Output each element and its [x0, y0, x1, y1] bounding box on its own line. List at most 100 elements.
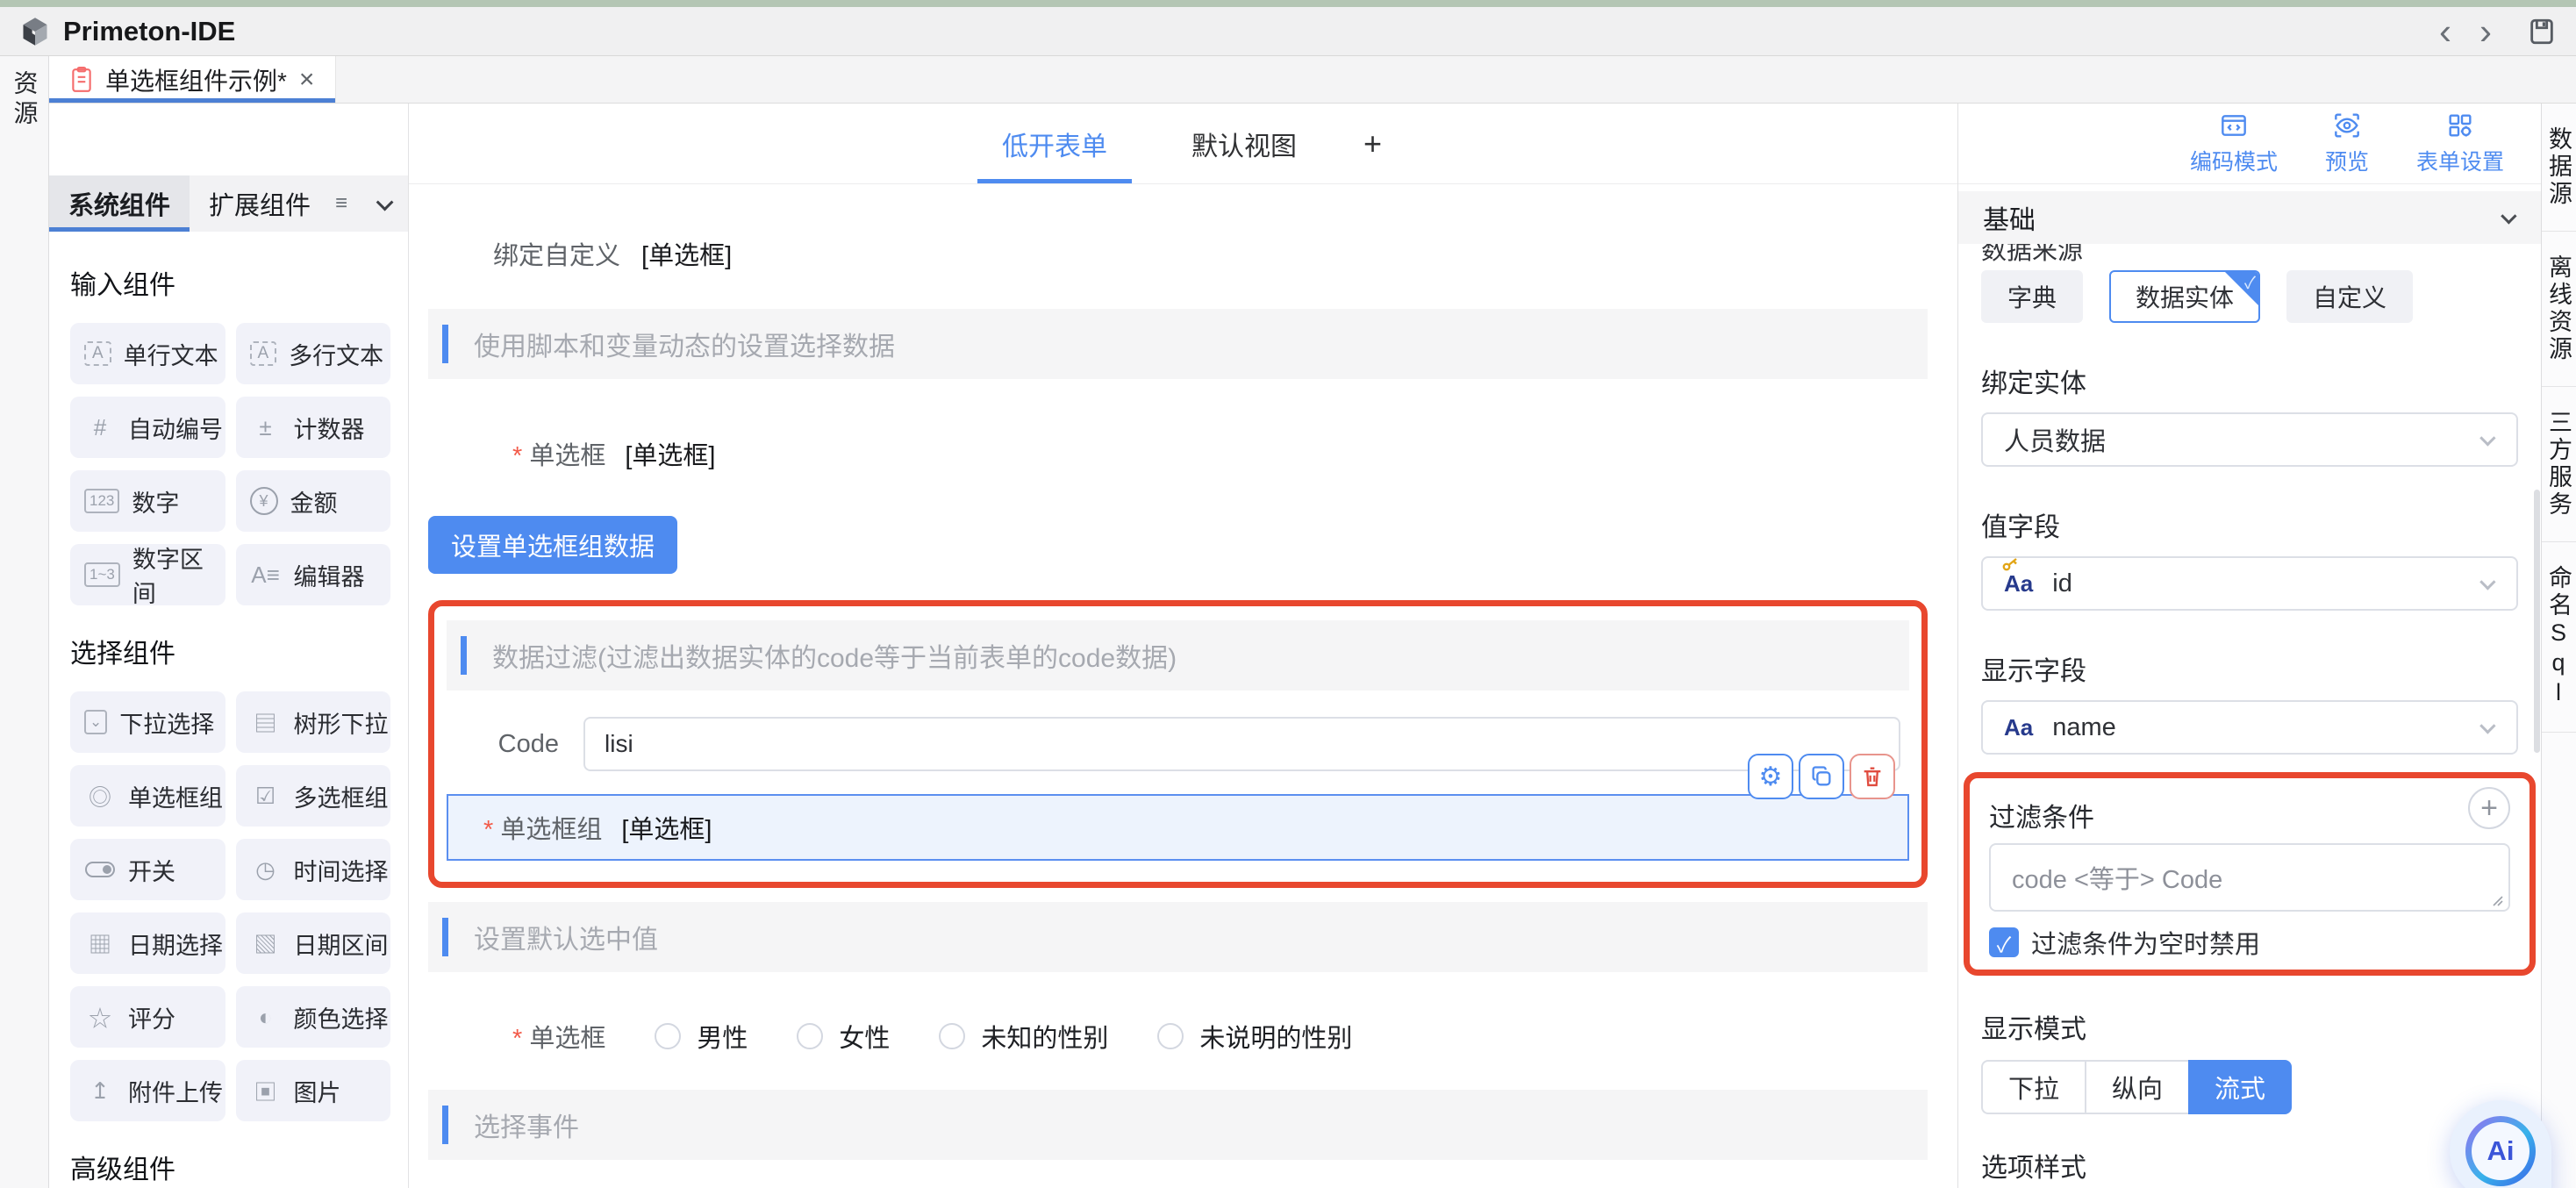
palette-item-tree-dropdown[interactable]: ▤ 树形下拉	[236, 691, 391, 753]
form-settings-button[interactable]: 表单设置	[2416, 111, 2504, 176]
palette-item-image[interactable]: ▣ 图片	[236, 1060, 391, 1121]
display-field-select[interactable]: Aa name	[1981, 700, 2518, 755]
data-source-label-clipped: 数据来源	[1981, 244, 2518, 261]
annotation-box-data-filter: 数据过滤(过滤出数据实体的code等于当前表单的code数据) Code lis…	[428, 600, 1928, 888]
nav-forward-icon[interactable]: ›	[2479, 17, 2492, 47]
chevron-down-icon	[2501, 208, 2516, 224]
bind-entity-label: 绑定实体	[1981, 361, 2518, 400]
data-source-option-custom[interactable]: 自定义	[2286, 270, 2413, 323]
selected-radio-group-component[interactable]: * 单选框组 [单选框] ⚙	[447, 794, 1909, 861]
property-inspector: 编码模式 预览	[1958, 104, 2541, 1188]
palette-item-radio-group[interactable]: ◎ 单选框组	[70, 765, 225, 827]
palette-tab-system-components[interactable]: 系统组件	[49, 175, 190, 232]
field-label: 单选框组	[500, 816, 602, 844]
text-field-type-icon: Aa	[2004, 572, 2033, 595]
component-copy-button[interactable]	[1799, 754, 1844, 799]
display-mode-option-dropdown[interactable]: 下拉	[1981, 1060, 2085, 1114]
palette-item-multi-line-text[interactable]: A 多行文本	[236, 323, 391, 384]
close-icon[interactable]: ×	[299, 67, 315, 93]
data-source-option-entity[interactable]: 数据实体 ✓	[2109, 270, 2260, 323]
palette-item-auto-number[interactable]: # 自动编号	[70, 397, 225, 458]
palette-item-counter[interactable]: ± 计数器	[236, 397, 391, 458]
left-rail-resources-item[interactable]: 资源	[7, 70, 42, 130]
single-line-text-icon: A	[84, 341, 111, 366]
palette-item-single-line-text[interactable]: A 单行文本	[70, 323, 225, 384]
rail-item-offline-resources[interactable]: 离线资源	[2542, 232, 2576, 387]
component-settings-button[interactable]: ⚙	[1748, 754, 1793, 799]
save-icon[interactable]	[2527, 17, 2557, 47]
canvas-view-tab-bar: 低开表单 默认视图 +	[409, 104, 1957, 184]
radio-option-unknown-gender[interactable]: 未知的性别	[939, 1018, 1108, 1055]
palette-item-date-picker[interactable]: ▦ 日期选择	[70, 912, 225, 974]
palette-item-rating[interactable]: ☆ 评分	[70, 986, 225, 1048]
code-field-label: Code	[447, 730, 559, 759]
palette-list-menu-icon[interactable]: ≡	[335, 175, 347, 232]
form-document-icon	[70, 67, 93, 93]
inspector-scrollbar[interactable]	[2534, 490, 2540, 753]
palette-item-editor[interactable]: A≡ 编辑器	[236, 544, 391, 605]
canvas-tab-default-view[interactable]: 默认视图	[1167, 104, 1321, 183]
palette-item-checkbox-group[interactable]: ☑ 多选框组	[236, 765, 391, 827]
inspector-group-header-basic[interactable]: 基础	[1958, 191, 2541, 244]
display-mode-option-vertical[interactable]: 纵向	[2085, 1060, 2188, 1114]
component-delete-button[interactable]	[1850, 754, 1895, 799]
option-style-label: 选项样式	[1981, 1146, 2518, 1184]
display-mode-segmented: 下拉 纵向 流式	[1981, 1060, 2292, 1114]
set-radio-data-button[interactable]: 设置单选框组数据	[428, 516, 677, 574]
default-radio-field: * 单选框 男性 女性 未知的性别	[512, 1018, 1928, 1055]
switch-icon	[85, 862, 115, 877]
nav-back-icon[interactable]: ‹	[2439, 17, 2451, 47]
palette-item-time-picker[interactable]: ◷ 时间选择	[236, 839, 391, 900]
radio-circle-icon[interactable]	[1157, 1023, 1184, 1049]
resize-handle-icon[interactable]	[2488, 891, 2504, 907]
annotation-box-filter-condition: 过滤条件 + code <等于> Code	[1964, 772, 2536, 976]
palette-item-color-picker[interactable]: ◐ 颜色选择	[236, 986, 391, 1048]
code-field-row: Code lisi	[447, 717, 1909, 771]
data-source-option-dictionary[interactable]: 字典	[1981, 270, 2083, 323]
display-mode-option-flow[interactable]: 流式	[2188, 1060, 2292, 1114]
radio-option-unspecified-gender[interactable]: 未说明的性别	[1157, 1018, 1352, 1055]
add-filter-button[interactable]: +	[2468, 787, 2510, 829]
filter-empty-disable-checkbox[interactable]: ✓	[1989, 927, 2019, 957]
radio-circle-icon[interactable]	[655, 1023, 681, 1049]
bind-custom-field[interactable]: 绑定自定义 [单选框]	[493, 235, 1928, 272]
palette-tab-bar: 系统组件 扩展组件 ≡	[49, 175, 408, 232]
palette-body: 输入组件 A 单行文本 A 多行文本 # 自动编号	[49, 232, 408, 1188]
file-tab-label: 单选框组件示例*	[105, 62, 287, 97]
filter-expression-box[interactable]: code <等于> Code	[1989, 843, 2510, 912]
code-input[interactable]: lisi	[583, 717, 1900, 771]
radio-circle-icon[interactable]	[797, 1023, 823, 1049]
copy-icon	[1809, 764, 1834, 789]
canvas-body: 绑定自定义 [单选框] 使用脚本和变量动态的设置选择数据 * 单选框 [单选框]…	[409, 184, 1957, 1188]
file-tab[interactable]: 单选框组件示例* ×	[49, 56, 336, 103]
canvas-tab-lowcode-form[interactable]: 低开表单	[977, 104, 1132, 183]
auto-number-icon: #	[84, 414, 116, 441]
palette-item-switch[interactable]: 开关	[70, 839, 225, 900]
active-tab-underline	[49, 98, 335, 103]
preview-button[interactable]: 预览	[2325, 111, 2369, 176]
rail-item-data-source[interactable]: 数据源	[2542, 104, 2576, 232]
radio-option-female[interactable]: 女性	[797, 1018, 890, 1055]
radio-field[interactable]: * 单选框 [单选框]	[512, 435, 1928, 472]
rail-item-third-party-services[interactable]: 三方服务	[2542, 387, 2576, 542]
text-field-type-icon: Aa	[2004, 716, 2033, 739]
palette-item-amount[interactable]: ¥ 金额	[236, 470, 391, 532]
code-mode-button[interactable]: 编码模式	[2190, 111, 2278, 176]
field-type-tag: [单选框]	[621, 809, 712, 846]
palette-collapse-chevron-icon[interactable]	[376, 194, 394, 211]
radio-option-male[interactable]: 男性	[655, 1018, 748, 1055]
palette-item-attachment-upload[interactable]: ↥ 附件上传	[70, 1060, 225, 1121]
palette-item-number-range[interactable]: 1~3 数字区间	[70, 544, 225, 605]
palette-item-date-range[interactable]: ▧ 日期区间	[236, 912, 391, 974]
value-field-select[interactable]: Aa id	[1981, 556, 2518, 611]
palette-tab-extension-components[interactable]: 扩展组件	[190, 175, 330, 232]
date-picker-icon: ▦	[84, 927, 116, 960]
default-value-section-bar: 设置默认选中值	[428, 902, 1928, 972]
bind-entity-select[interactable]: 人员数据	[1981, 412, 2518, 467]
rail-item-named-sql[interactable]: 命名Sql	[2542, 542, 2576, 733]
checkbox-group-icon: ☑	[250, 783, 282, 810]
palette-item-number[interactable]: 123 数字	[70, 470, 225, 532]
add-view-button[interactable]: +	[1356, 104, 1389, 183]
palette-item-dropdown-select[interactable]: ⌄ 下拉选择	[70, 691, 225, 753]
radio-circle-icon[interactable]	[939, 1023, 965, 1049]
